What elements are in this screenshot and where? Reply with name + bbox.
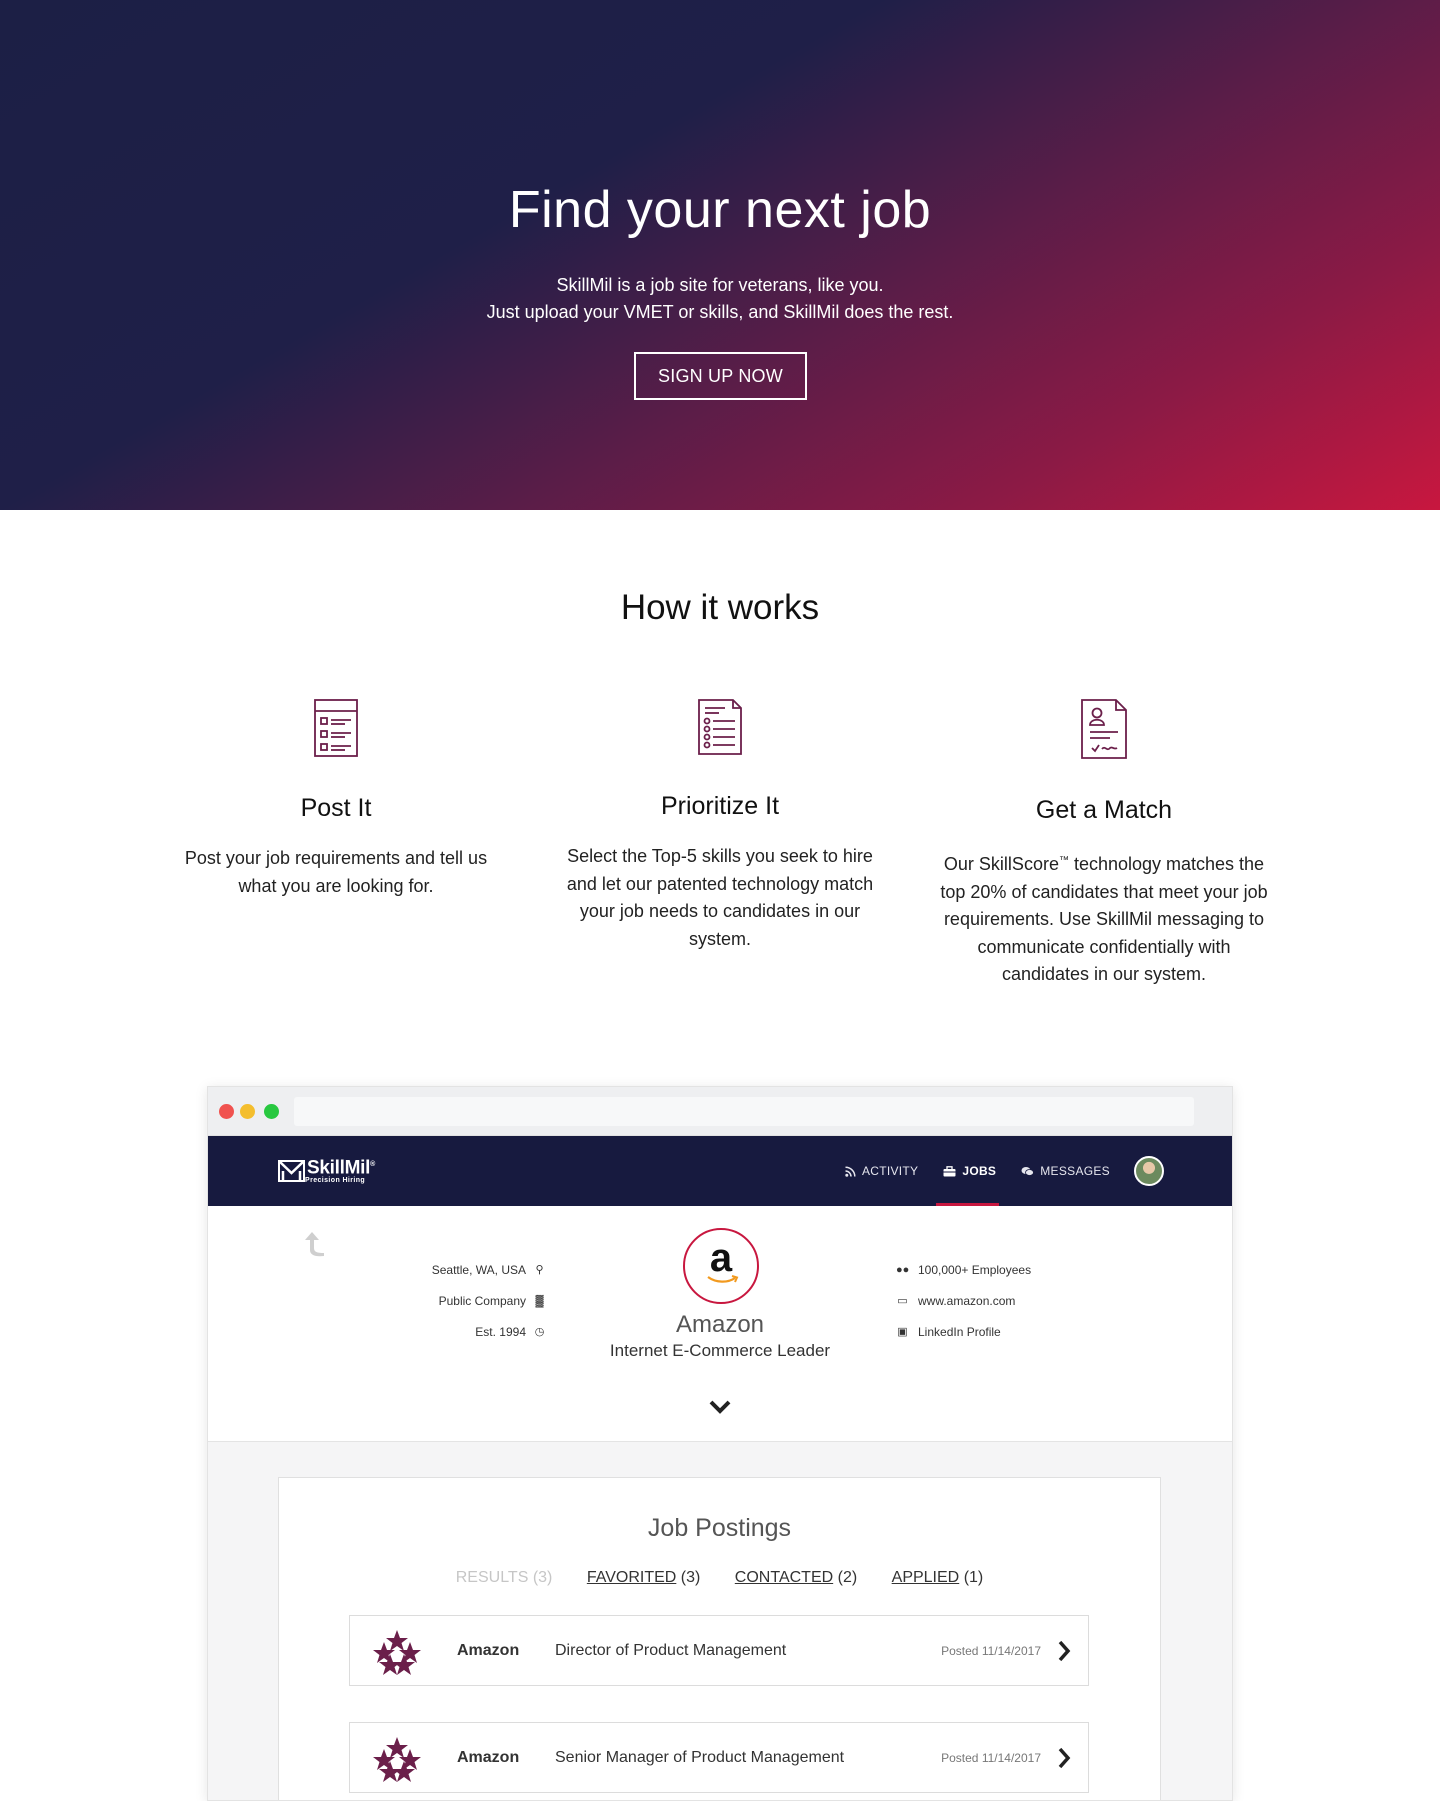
company-tagline: Internet E-Commerce Leader <box>609 1341 831 1360</box>
trademark-sup: ™ <box>1058 855 1069 866</box>
filter-label: APPLIED <box>891 1569 960 1586</box>
job-row[interactable]: Amazon Senior Manager of Product Managem… <box>349 1722 1089 1793</box>
company-logo: a <box>683 1228 759 1304</box>
company-type: Public Company <box>438 1293 526 1308</box>
job-filter-tabs: RESULTS (3) FAVORITED (3) CONTACTED (2) … <box>279 1569 1160 1587</box>
company-name: Amazon <box>675 1311 765 1338</box>
company-location: Seattle, WA, USA <box>431 1262 526 1277</box>
filter-favorited[interactable]: FAVORITED (3) <box>587 1569 701 1587</box>
company-linkedin-link[interactable]: ▣ LinkedIn Profile <box>896 1316 1031 1347</box>
nav-label: ACTIVITY <box>861 1164 919 1178</box>
filter-count: (1) <box>963 1569 984 1586</box>
back-arrow-icon[interactable] <box>304 1230 330 1258</box>
job-posted-date: Posted 11/14/2017 <box>941 1750 1041 1765</box>
nav-menu: ACTIVITY JOBS MESSAGES <box>820 1136 1164 1206</box>
users-icon: ●● <box>896 1263 910 1276</box>
logo-tagline: Precision Hiring <box>305 1177 366 1185</box>
company-website: www.amazon.com <box>918 1293 1016 1308</box>
building-icon: ▓ <box>535 1294 544 1307</box>
company-website-link[interactable]: ▭ www.amazon.com <box>896 1285 1031 1316</box>
address-bar[interactable] <box>294 1097 1194 1126</box>
step-text-part: Our SkillScore <box>943 854 1059 874</box>
job-company: Amazon <box>457 1641 520 1659</box>
company-logo-letter: a <box>709 1236 733 1280</box>
step-title: Post It <box>300 794 372 822</box>
map-pin-icon: ⚲ <box>535 1264 544 1276</box>
job-title: Director of Product Management <box>555 1641 787 1659</box>
hero-title: Find your next job <box>508 181 932 239</box>
briefcase-icon <box>943 1165 956 1176</box>
nav-messages[interactable]: MESSAGES <box>1021 1136 1110 1206</box>
hero-banner: Find your next job SkillMil is a job sit… <box>0 0 1440 510</box>
job-postings-area: Job Postings RESULTS (3) FAVORITED (3) C… <box>208 1442 1232 1800</box>
filter-count: (2) <box>837 1569 858 1586</box>
step-get-a-match: Get a Match Our SkillScore™ technology m… <box>939 698 1269 989</box>
chevron-right-icon[interactable] <box>1057 1640 1071 1662</box>
close-window-dot[interactable] <box>219 1104 234 1119</box>
list-doc-icon <box>698 699 742 755</box>
sign-up-button[interactable]: SIGN UP NOW <box>634 352 807 400</box>
user-avatar[interactable] <box>1134 1156 1164 1186</box>
logo-registered: ® <box>370 1161 375 1168</box>
filter-label: CONTACTED <box>734 1569 834 1586</box>
nav-label: MESSAGES <box>1040 1164 1110 1178</box>
filter-applied[interactable]: APPLIED (1) <box>892 1569 984 1587</box>
app-navbar: SkillMil® Precision Hiring ACTIVITY JOBS… <box>208 1136 1232 1206</box>
hero-subtitle: SkillMil is a job site for veterans, lik… <box>0 272 1440 326</box>
hero-subtitle-line2: Just upload your VMET or skills, and Ski… <box>486 302 954 322</box>
nav-jobs[interactable]: JOBS <box>936 1136 1000 1206</box>
company-employees: 100,000+ Employees <box>918 1262 1032 1277</box>
skillmil-logo[interactable]: SkillMil® Precision Hiring <box>278 1156 375 1185</box>
job-company: Amazon <box>457 1748 520 1766</box>
linkedin-icon: ▣ <box>897 1326 908 1338</box>
job-postings-card: Job Postings RESULTS (3) FAVORITED (3) C… <box>278 1477 1161 1800</box>
job-title: Senior Manager of Product Management <box>555 1748 845 1766</box>
logo-name: SkillMil <box>307 1157 371 1179</box>
resume-doc-icon <box>1081 699 1127 759</box>
step-text: Our SkillScore™ technology matches the t… <box>939 847 1269 989</box>
hero-subtitle-line1: SkillMil is a job site for veterans, lik… <box>556 275 884 295</box>
star-badge-icon <box>373 1629 421 1675</box>
step-text: Post your job requirements and tell us w… <box>184 848 488 896</box>
star-badge-icon <box>373 1736 421 1782</box>
job-posted-date: Posted 11/14/2017 <box>941 1643 1041 1658</box>
job-row[interactable]: Amazon Director of Product Management Po… <box>349 1615 1089 1686</box>
browser-chrome <box>208 1087 1232 1136</box>
step-post-it: Post It Post your job requirements and t… <box>171 698 501 900</box>
filter-contacted[interactable]: CONTACTED (2) <box>735 1569 857 1587</box>
filter-results[interactable]: RESULTS (3) <box>456 1569 553 1587</box>
how-it-works-title: How it works <box>620 588 820 627</box>
skillmil-logo-icon <box>278 1159 305 1182</box>
step-title: Prioritize It <box>660 792 780 820</box>
step-title: Get a Match <box>1035 796 1173 824</box>
nav-label: JOBS <box>962 1164 997 1178</box>
step-prioritize-it: Prioritize It Select the Top-5 skills yo… <box>555 698 885 953</box>
company-linkedin: LinkedIn Profile <box>918 1324 1001 1339</box>
filter-label: RESULTS <box>455 1569 529 1586</box>
checklist-doc-icon <box>314 699 358 757</box>
maximize-window-dot[interactable] <box>264 1104 279 1119</box>
rss-icon <box>845 1165 856 1177</box>
chevron-down-icon[interactable] <box>708 1399 732 1415</box>
minimize-window-dot[interactable] <box>240 1104 255 1119</box>
chat-icon <box>1021 1166 1035 1176</box>
filter-label: FAVORITED <box>586 1569 677 1586</box>
company-header: Seattle, WA, USA ⚲ Public Company ▓ Est. 1… <box>208 1206 1232 1442</box>
job-postings-title: Job Postings <box>647 1514 792 1542</box>
monitor-icon: ▭ <box>897 1295 908 1307</box>
amazon-smile-icon <box>707 1275 739 1283</box>
company-facts-right: ●● 100,000+ Employees ▭ www.amazon.com ▣ Li… <box>896 1254 1031 1347</box>
filter-count: (3) <box>680 1569 701 1586</box>
nav-activity[interactable]: ACTIVITY <box>845 1136 918 1206</box>
chevron-right-icon[interactable] <box>1057 1747 1071 1769</box>
browser-mockup: SkillMil® Precision Hiring ACTIVITY JOBS… <box>207 1086 1233 1801</box>
filter-count: (3) <box>532 1569 553 1586</box>
step-text: Select the Top-5 skills you seek to hire… <box>566 846 874 949</box>
